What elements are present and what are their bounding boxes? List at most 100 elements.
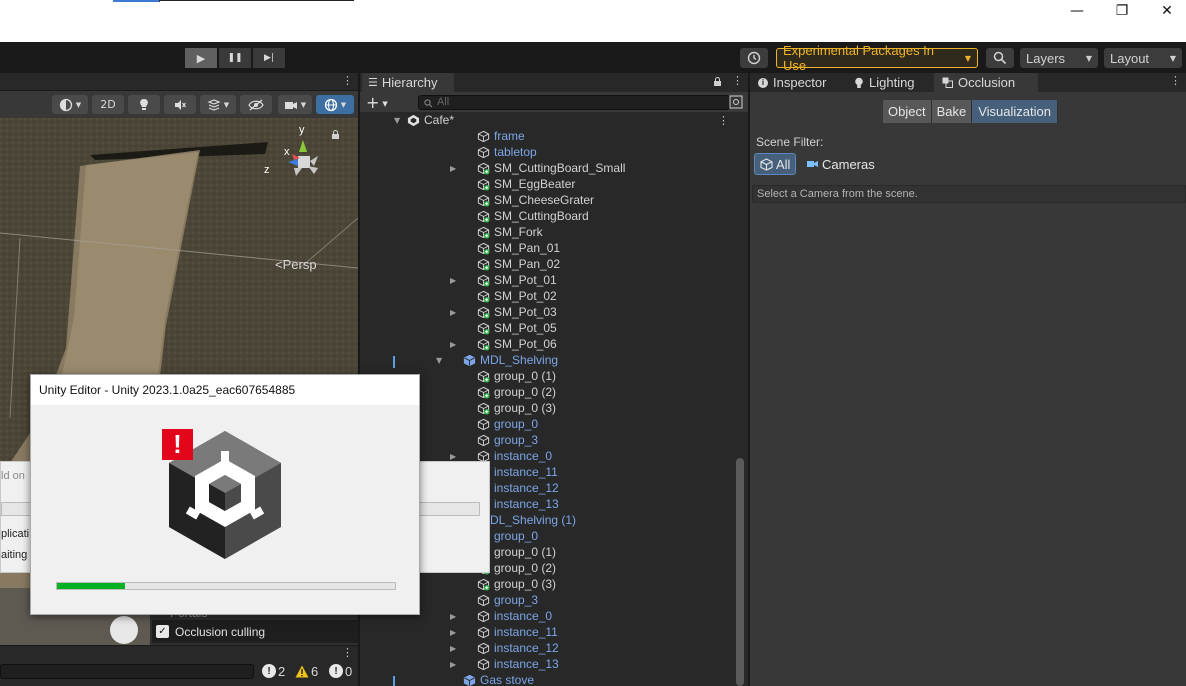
- scene-visibility-toggle[interactable]: [240, 95, 272, 114]
- more-options-icon[interactable]: ⋮: [718, 114, 729, 127]
- filter-all-button[interactable]: All: [754, 153, 796, 175]
- camera-dropdown[interactable]: ▼: [278, 95, 312, 114]
- occlusion-culling-toggle[interactable]: ✓ Occlusion culling: [152, 620, 358, 643]
- expand-arrow-icon[interactable]: ▶: [450, 340, 460, 349]
- orientation-gizmo[interactable]: y x z: [264, 124, 340, 198]
- close-button[interactable]: ✕: [1144, 0, 1186, 22]
- create-dropdown[interactable]: + ▼: [366, 93, 388, 112]
- hierarchy-row[interactable]: ▶ instance_12: [360, 640, 736, 656]
- layers-dropdown[interactable]: Layers ▼: [1020, 48, 1098, 68]
- tab-occlusion[interactable]: Occlusion: [934, 73, 1038, 92]
- hierarchy-search-input[interactable]: All: [418, 95, 730, 110]
- history-button[interactable]: [740, 48, 768, 68]
- tab-hierarchy[interactable]: ☰ Hierarchy: [362, 73, 454, 92]
- hierarchy-row-label: SM_CuttingBoard: [494, 209, 589, 223]
- lock-icon[interactable]: [331, 130, 340, 140]
- expand-arrow-icon[interactable]: ▼: [436, 356, 446, 365]
- alert-icon: !: [173, 429, 182, 459]
- minimize-button[interactable]: —: [1054, 0, 1100, 22]
- step-button[interactable]: ▶|: [253, 48, 285, 68]
- scene-visibility-icon[interactable]: [729, 95, 743, 109]
- hierarchy-row[interactable]: tabletop: [360, 144, 736, 160]
- hierarchy-row[interactable]: SM_Pan_02: [360, 256, 736, 272]
- hierarchy-row[interactable]: ▶ instance_11: [360, 624, 736, 640]
- hierarchy-row[interactable]: SM_Fork: [360, 224, 736, 240]
- mode-bake-button[interactable]: Bake: [931, 100, 973, 123]
- expand-arrow-icon[interactable]: ▶: [450, 452, 460, 461]
- more-options-icon[interactable]: ⋮: [342, 646, 353, 659]
- hierarchy-row-label: instance_13: [494, 497, 559, 511]
- audio-mute-icon: [175, 99, 186, 110]
- warning-counter[interactable]: 6: [295, 662, 318, 680]
- mode-2d-toggle[interactable]: 2D: [92, 95, 124, 114]
- expand-arrow-icon[interactable]: ▶: [450, 660, 460, 669]
- error-counter[interactable]: ! 2: [262, 662, 285, 680]
- hierarchy-row-label: instance_0: [494, 609, 553, 623]
- prefab-override-icon: [477, 402, 490, 415]
- tab-inspector[interactable]: i Inspector: [750, 73, 842, 92]
- scene-tab-bar: ⋮: [0, 73, 358, 91]
- layout-dropdown[interactable]: Layout ▼: [1104, 48, 1182, 68]
- gameobject-cube-icon: [477, 418, 490, 430]
- effects-dropdown[interactable]: ▼: [200, 95, 236, 114]
- hierarchy-row[interactable]: ▶ SM_Pot_01: [360, 272, 736, 288]
- mode-object-button[interactable]: Object: [883, 100, 932, 123]
- lightbulb-icon: [140, 98, 148, 110]
- console-search-input[interactable]: [0, 664, 254, 679]
- hierarchy-row[interactable]: ▶ SM_CuttingBoard_Small: [360, 160, 736, 176]
- filter-cameras-button[interactable]: Cameras: [806, 153, 875, 175]
- expand-arrow-icon[interactable]: ▶: [450, 628, 460, 637]
- pause-button[interactable]: ❚❚: [219, 48, 251, 68]
- expand-arrow-icon[interactable]: ▼: [394, 116, 404, 125]
- hierarchy-row[interactable]: frame: [360, 128, 736, 144]
- checkbox-checked-icon[interactable]: ✓: [156, 625, 169, 638]
- hierarchy-row[interactable]: SM_CuttingBoard: [360, 208, 736, 224]
- projection-label[interactable]: <Persp: [275, 257, 317, 272]
- hierarchy-row[interactable]: SM_Pot_02: [360, 288, 736, 304]
- hierarchy-row[interactable]: ▼ MDL_Shelving: [360, 352, 736, 368]
- hierarchy-row[interactable]: SM_EggBeater: [360, 176, 736, 192]
- background-status-text: plicati: [1, 528, 30, 540]
- expand-arrow-icon[interactable]: ▶: [450, 308, 460, 317]
- draw-mode-dropdown[interactable]: ▼: [52, 95, 88, 114]
- hierarchy-scrollbar[interactable]: [736, 458, 744, 686]
- hierarchy-row[interactable]: ▶ SM_Pot_03: [360, 304, 736, 320]
- hierarchy-row[interactable]: SM_Pan_01: [360, 240, 736, 256]
- gizmos-dropdown[interactable]: ▼: [316, 95, 354, 114]
- scene-root-row[interactable]: ▼ Cafe* ⋮: [360, 112, 736, 128]
- maximize-button[interactable]: ❐: [1099, 0, 1145, 22]
- occlusion-mode-selector: Object Bake Visualization: [883, 100, 1058, 123]
- audio-toggle[interactable]: [164, 95, 196, 114]
- lighting-toggle[interactable]: [128, 95, 160, 114]
- hierarchy-row[interactable]: ▶ instance_13: [360, 656, 736, 672]
- mode-visualization-button[interactable]: Visualization: [972, 100, 1058, 123]
- prefab-override-icon: [477, 194, 490, 207]
- lock-icon[interactable]: [713, 77, 722, 87]
- tab-lighting[interactable]: Lighting: [846, 73, 932, 92]
- background-status-text: ld on: [1, 470, 25, 482]
- more-options-icon[interactable]: ⋮: [342, 74, 353, 87]
- expand-arrow-icon[interactable]: ▶: [450, 276, 460, 285]
- prefab-override-icon: [477, 338, 490, 351]
- more-options-icon[interactable]: ⋮: [1170, 74, 1181, 87]
- hierarchy-row[interactable]: ▶ SM_Pot_06: [360, 336, 736, 352]
- more-options-icon[interactable]: ⋮: [732, 74, 743, 87]
- expand-arrow-icon[interactable]: ▶: [450, 644, 460, 653]
- hierarchy-row[interactable]: SM_CheeseGrater: [360, 192, 736, 208]
- search-button[interactable]: [986, 48, 1014, 68]
- info-counter[interactable]: ! 0: [329, 662, 352, 680]
- gameobject-cube-icon: [477, 658, 490, 670]
- hierarchy-row-label: group_0: [494, 529, 539, 543]
- expand-arrow-icon[interactable]: ▶: [450, 164, 460, 173]
- expand-arrow-icon[interactable]: ▶: [450, 612, 460, 621]
- experimental-packages-button[interactable]: Experimental Packages In Use ▼: [776, 43, 978, 73]
- hierarchy-row[interactable]: SM_Pot_05: [360, 320, 736, 336]
- title-underline: [113, 0, 354, 2]
- hierarchy-row-label: instance_13: [494, 657, 559, 671]
- prefab-override-icon: [477, 210, 490, 223]
- warning-count: 6: [311, 663, 319, 679]
- unity-scene-icon: [407, 114, 420, 126]
- play-button[interactable]: ▶: [185, 48, 217, 68]
- hierarchy-row-label: MDL_Shelving (1): [480, 513, 577, 527]
- hierarchy-row[interactable]: Gas stove: [360, 672, 736, 686]
